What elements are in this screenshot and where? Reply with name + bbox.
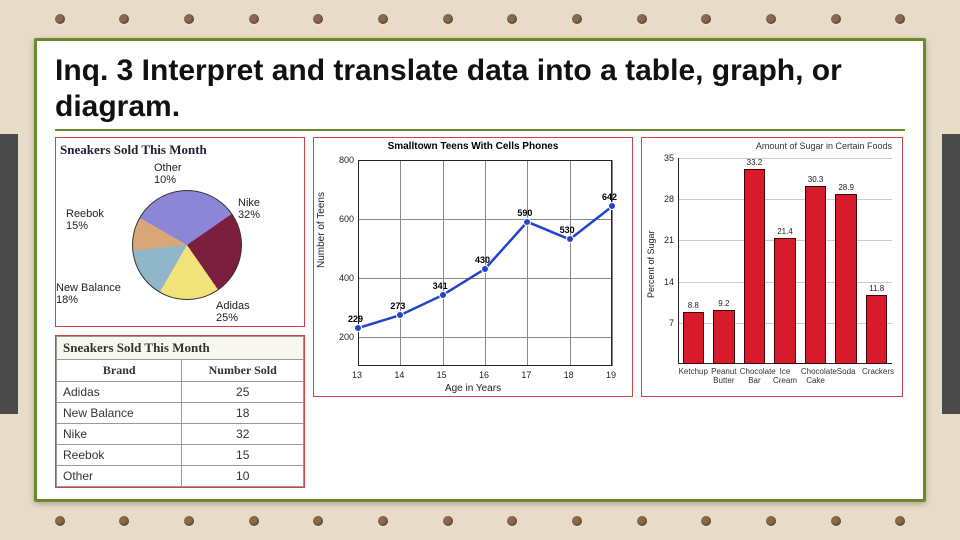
decorative-dots-top — [0, 8, 960, 30]
table-row: Adidas25 — [57, 382, 304, 403]
bar-category-label: Soda — [831, 367, 860, 376]
bar-value-label: 11.8 — [864, 284, 889, 293]
line-xlabel: Age in Years — [314, 383, 632, 394]
line-ylabel: Number of Teens — [316, 192, 327, 268]
table-cell-brand: Other — [57, 466, 182, 487]
pie-title: Sneakers Sold This Month — [60, 142, 300, 158]
charts-area: Sneakers Sold This Month Nike32% Adidas25… — [55, 137, 905, 477]
pie-slice-label: Adidas25% — [216, 300, 250, 324]
bar-chart: Amount of Sugar in Certain Foods Percent… — [641, 137, 903, 397]
line-point-label: 229 — [348, 314, 363, 324]
table-cell-brand: Nike — [57, 424, 182, 445]
line-point-label: 341 — [433, 281, 448, 291]
line-point-label: 530 — [560, 225, 575, 235]
bar-value-label: 21.4 — [772, 227, 797, 236]
pie-slice-label: New Balance18% — [56, 282, 121, 306]
table-title: Sneakers Sold This Month — [57, 337, 304, 360]
decorative-dots-bottom — [0, 510, 960, 532]
bar-category-label: Chocolate Bar — [740, 367, 769, 385]
table-row: Reebok15 — [57, 445, 304, 466]
bar-category-label: Chocolate Cake — [801, 367, 830, 385]
side-accent-right — [942, 134, 960, 414]
bar-category-label: Ice Cream — [770, 367, 799, 385]
pie-slice-label: Other10% — [154, 162, 182, 186]
table-col-brand: Brand — [57, 360, 182, 382]
pie-slice-label: Reebok15% — [66, 208, 104, 232]
bar — [835, 194, 856, 364]
line-point-label: 273 — [390, 301, 405, 311]
bar-value-label: 33.2 — [742, 158, 767, 167]
bar-value-label: 30.3 — [803, 175, 828, 184]
side-accent-left — [0, 134, 18, 414]
bar-ylabel: Percent of Sugar — [646, 230, 656, 298]
line-point-label: 430 — [475, 255, 490, 265]
bar — [866, 295, 887, 364]
bar-value-label: 28.9 — [833, 183, 858, 192]
pie-slice-label: Nike32% — [238, 197, 260, 221]
table-row: Other10 — [57, 466, 304, 487]
bar-category-label: Peanut Butter — [709, 367, 738, 385]
line-title: Smalltown Teens With Cells Phones — [314, 141, 632, 152]
slide-title: Inq. 3 Interpret and translate data into… — [55, 53, 905, 131]
bar-category-label: Ketchup — [679, 367, 708, 376]
pie-graphic — [132, 190, 242, 300]
table-cell-value: 25 — [182, 382, 304, 403]
line-chart: Smalltown Teens With Cells Phones 200400… — [313, 137, 633, 397]
table-cell-value: 32 — [182, 424, 304, 445]
line-point-label: 590 — [517, 208, 532, 218]
bar — [805, 186, 826, 364]
table-col-number: Number Sold — [182, 360, 304, 382]
bar-value-label: 8.8 — [681, 301, 706, 310]
bar-title: Amount of Sugar in Certain Foods — [642, 141, 892, 151]
line-point — [608, 202, 616, 210]
slide-panel: Inq. 3 Interpret and translate data into… — [34, 38, 926, 502]
table-cell-brand: New Balance — [57, 403, 182, 424]
bar — [744, 169, 765, 364]
bar — [713, 310, 734, 364]
line-point — [354, 324, 362, 332]
table-cell-brand: Reebok — [57, 445, 182, 466]
table-cell-value: 10 — [182, 466, 304, 487]
data-table: Sneakers Sold This Month Brand Number So… — [55, 335, 305, 488]
table-cell-value: 18 — [182, 403, 304, 424]
table-cell-value: 15 — [182, 445, 304, 466]
table-row: New Balance18 — [57, 403, 304, 424]
bar-value-label: 9.2 — [711, 299, 736, 308]
line-point-label: 642 — [602, 192, 617, 202]
bar-category-label: Crackers — [862, 367, 891, 376]
line-point — [439, 291, 447, 299]
pie-chart: Sneakers Sold This Month Nike32% Adidas25… — [55, 137, 305, 327]
table-row: Nike32 — [57, 424, 304, 445]
line-point — [481, 265, 489, 273]
bar — [774, 238, 795, 364]
bar — [683, 312, 704, 364]
table-cell-brand: Adidas — [57, 382, 182, 403]
